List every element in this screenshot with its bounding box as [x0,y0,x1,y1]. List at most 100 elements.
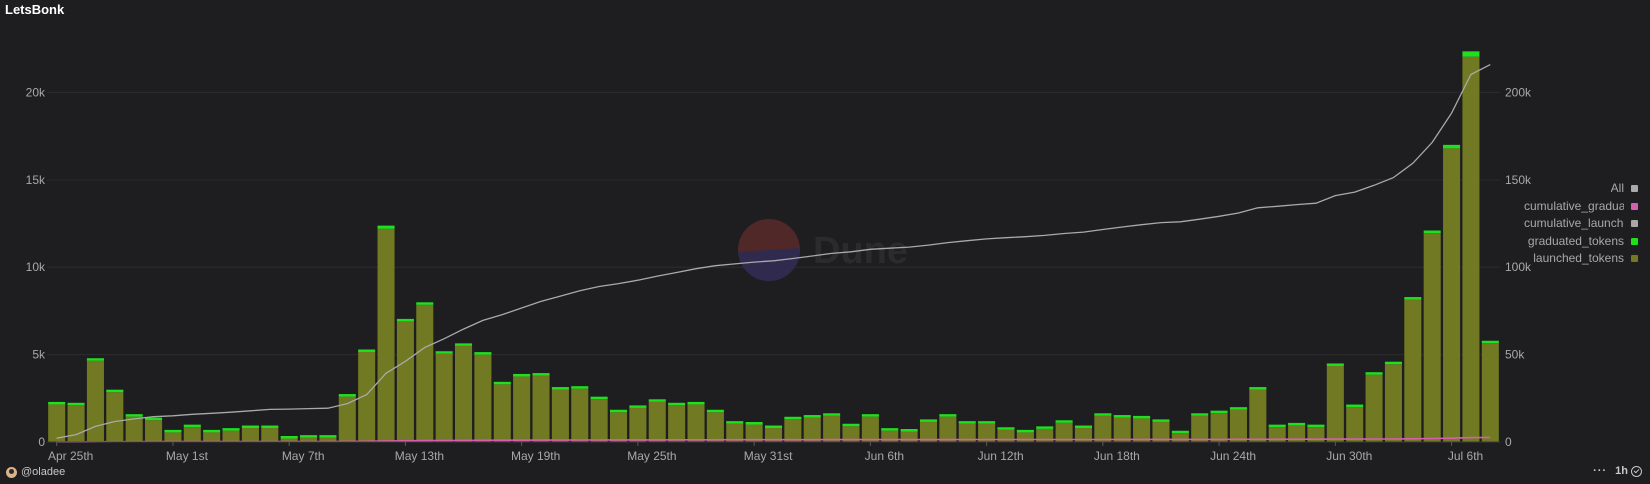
bar-graduated [1133,415,1151,419]
y-right-tick-label: 0 [1505,435,1512,449]
bar-graduated [1307,424,1325,428]
bar-graduated [1268,424,1286,428]
bar-launched [532,375,550,442]
bar-launched [1326,365,1344,442]
legend-swatch [1631,220,1638,227]
x-tick-label: May 13th [395,449,444,463]
bar-graduated [648,399,666,402]
bar-launched [396,321,414,442]
bar-graduated [1423,230,1441,234]
refresh-interval-label: 1h [1615,465,1628,477]
footer-controls: ··· 1h [1593,465,1642,477]
bar-graduated [958,421,976,424]
bar-launched [939,416,957,442]
avatar [6,466,17,478]
x-tick-label: Jul 6th [1448,449,1483,463]
bar-graduated [571,386,589,389]
legend-item[interactable]: cumulative_launched_tokens [1524,215,1640,233]
bar-graduated [1191,413,1209,416]
bar-launched [106,392,124,442]
x-tick-label: May 31st [744,449,793,463]
bar-graduated [416,302,434,305]
x-tick-label: Jun 24th [1210,449,1256,463]
bar-launched [1346,407,1364,442]
bar-launched [1443,148,1461,442]
bar-launched [86,360,104,442]
bar-graduated [919,419,938,422]
y-left-tick-label: 15k [26,173,46,187]
bar-graduated [1365,372,1383,375]
chart-legend: All cumulative_graduated_tokens cumulative… [1524,180,1640,268]
bar-launched [590,399,608,442]
legend-item[interactable]: graduated_tokens [1524,233,1640,251]
author-name: @oladee [21,466,66,478]
bar-graduated [726,421,744,424]
bar-graduated [1346,404,1364,408]
bar-launched [183,427,201,442]
bar-graduated [125,414,143,417]
y-right-tick-label: 200k [1505,85,1532,99]
bar-launched [1016,432,1034,442]
legend-label: graduated_tokens [1527,233,1624,248]
bar-launched [706,412,724,442]
bar-launched [1210,413,1228,442]
bar-graduated [803,415,821,418]
bar-launched [1365,374,1383,442]
legend-item[interactable]: launched_tokens [1524,250,1640,268]
bar-launched [1462,56,1480,443]
dune-watermark: Dune [738,219,908,282]
bar-graduated [241,425,259,429]
bar-graduated [881,428,899,431]
bar-graduated [784,416,802,420]
bar-launched [203,432,221,442]
bar-graduated [358,349,376,352]
bar-graduated [261,425,279,429]
bar-launched [609,412,628,442]
legend-label: cumulative_graduated_tokens [1524,198,1624,213]
bar-graduated [1074,425,1092,429]
y-right-tick-label: 50k [1505,348,1525,362]
refresh-interval-badge[interactable]: 1h [1615,465,1642,477]
bar-graduated [900,429,918,432]
bar-graduated [1210,410,1228,414]
bar-graduated [745,422,763,425]
author-badge[interactable]: @oladee [6,466,65,478]
bar-launched [513,376,531,442]
bar-graduated [978,421,996,424]
bar-launched [48,404,66,442]
bar-graduated [1113,415,1131,418]
bar-graduated [706,409,724,413]
bar-launched [164,432,182,442]
bar-graduated [319,435,337,438]
bar-launched [1113,417,1131,442]
legend-item[interactable]: cumulative_graduated_tokens [1524,198,1640,216]
legend-swatch [1631,202,1638,210]
bar-launched [474,354,492,442]
bar-graduated [1326,363,1344,366]
bar-launched [125,416,143,442]
bar-graduated [1249,387,1267,390]
bar-graduated [1384,361,1402,365]
bar-graduated [1016,429,1034,433]
bar-graduated [48,401,66,405]
bar-graduated [474,352,492,355]
legend-item[interactable]: All [1524,180,1640,198]
x-tick-label: Jun 18th [1094,449,1140,463]
bar-graduated [183,424,201,428]
x-tick-label: May 25th [627,449,676,463]
bar-launched [823,415,841,442]
bar-launched [1423,233,1441,442]
bar-graduated [1404,297,1422,300]
bar-launched [1094,415,1112,442]
bar-launched [435,353,453,442]
more-options-button[interactable]: ··· [1593,465,1607,477]
bar-launched [861,416,879,442]
bar-graduated [300,435,318,438]
bar-launched [1171,433,1189,442]
x-tick-label: May 19th [511,449,560,463]
y-left-tick-label: 5k [32,348,46,362]
x-tick-label: Jun 6th [865,449,904,463]
bar-launched [900,431,918,442]
bar-launched [551,389,569,442]
legend-label: launched_tokens [1533,251,1624,265]
